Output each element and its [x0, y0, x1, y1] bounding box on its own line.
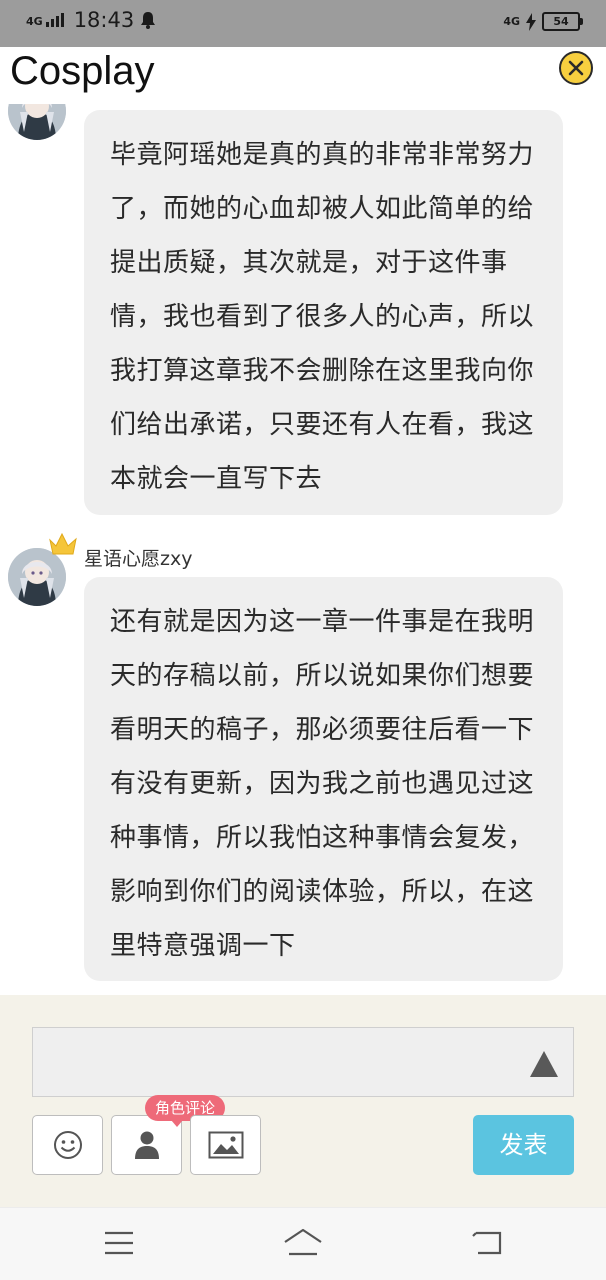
- menu-icon[interactable]: [104, 1230, 134, 1256]
- battery-level: 54: [553, 15, 569, 28]
- person-icon: [134, 1131, 159, 1159]
- home-icon[interactable]: [283, 1228, 323, 1256]
- composer: 角色评论 发表: [0, 995, 606, 1207]
- avatar[interactable]: [8, 548, 66, 606]
- status-bar: 4G 18:43 4G 54: [0, 0, 606, 47]
- image-icon: [208, 1131, 243, 1159]
- network-label: 4G: [26, 15, 43, 28]
- signal-icon: [45, 13, 64, 27]
- status-left: 4G 18:43: [26, 8, 156, 32]
- network-indicator: 4G: [26, 13, 64, 27]
- network-label-right: 4G: [503, 14, 520, 28]
- navigation-bar: [0, 1207, 606, 1280]
- emoji-icon: [53, 1131, 82, 1159]
- message-bubble: 毕竟阿瑶她是真的真的非常非常努力了，而她的心血却被人如此简单的给提出质疑，其次就…: [84, 110, 563, 515]
- crown-icon: [49, 532, 77, 555]
- charging-icon: [526, 12, 536, 31]
- status-right: 4G 54: [503, 12, 583, 31]
- title-bar: Cosplay: [0, 47, 606, 104]
- avatar[interactable]: [8, 104, 66, 140]
- send-arrow-icon[interactable]: [528, 1049, 560, 1079]
- chat-area[interactable]: 毕竟阿瑶她是真的真的非常非常努力了，而她的心血却被人如此简单的给提出质疑，其次就…: [0, 104, 606, 995]
- username[interactable]: 星语心愿zxy: [84, 544, 192, 571]
- close-icon: [568, 60, 584, 76]
- battery-icon: 54: [542, 12, 583, 31]
- publish-button[interactable]: 发表: [473, 1115, 574, 1175]
- image-button[interactable]: [190, 1115, 261, 1175]
- clock: 18:43: [73, 8, 135, 32]
- close-button[interactable]: [559, 51, 593, 85]
- emoji-button[interactable]: [32, 1115, 103, 1175]
- message-bubble: 还有就是因为这一章一件事是在我明天的存稿以前，所以说如果你们想要看明天的稿子，那…: [84, 577, 563, 981]
- back-icon[interactable]: [472, 1230, 504, 1256]
- bell-icon: [141, 12, 156, 29]
- comment-input[interactable]: [32, 1027, 574, 1097]
- page-title: Cosplay: [10, 49, 155, 93]
